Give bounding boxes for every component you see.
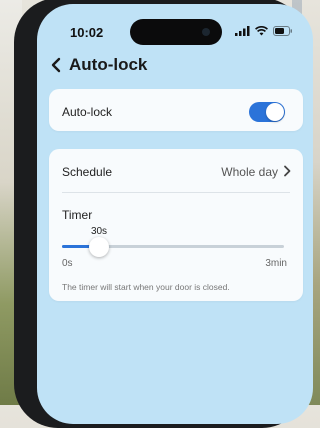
cellular-signal-icon [235,26,250,36]
slider-thumb[interactable] [89,237,109,257]
timer-max-label: 3min [265,258,287,269]
timer-hint: The timer will start when your door is c… [62,282,230,292]
schedule-row[interactable]: Schedule Whole day [49,149,303,191]
schedule-label: Schedule [62,165,113,179]
page-title: Auto-lock [69,55,148,74]
toggle-knob [266,103,284,121]
page-header: Auto-lock [49,52,147,78]
chevron-right-icon [284,165,291,177]
wifi-icon [255,26,268,36]
autolock-label: Auto-lock [62,105,113,119]
app-screen: 10:02 Auto-lock Auto-lock Schedule Whole… [37,4,313,424]
status-icons [235,26,293,36]
chevron-left-icon[interactable] [49,56,63,74]
timer-min-label: 0s [62,258,73,269]
timer-label: Timer [62,208,93,222]
status-time: 10:02 [70,25,104,40]
dynamic-island [130,19,222,45]
timer-value-label: 30s [90,226,108,237]
status-bar: 10:02 [37,4,313,48]
autolock-toggle[interactable] [249,102,285,122]
schedule-card: Schedule Whole day Timer 30s 0s 3min The… [49,149,303,301]
schedule-value: Whole day [221,165,278,179]
timer-slider[interactable] [62,237,284,257]
battery-icon [273,26,292,36]
phone-frame: 10:02 Auto-lock Auto-lock Schedule Whole… [14,0,313,428]
autolock-card: Auto-lock [49,89,303,131]
camera-icon [202,28,210,36]
divider [62,192,290,193]
